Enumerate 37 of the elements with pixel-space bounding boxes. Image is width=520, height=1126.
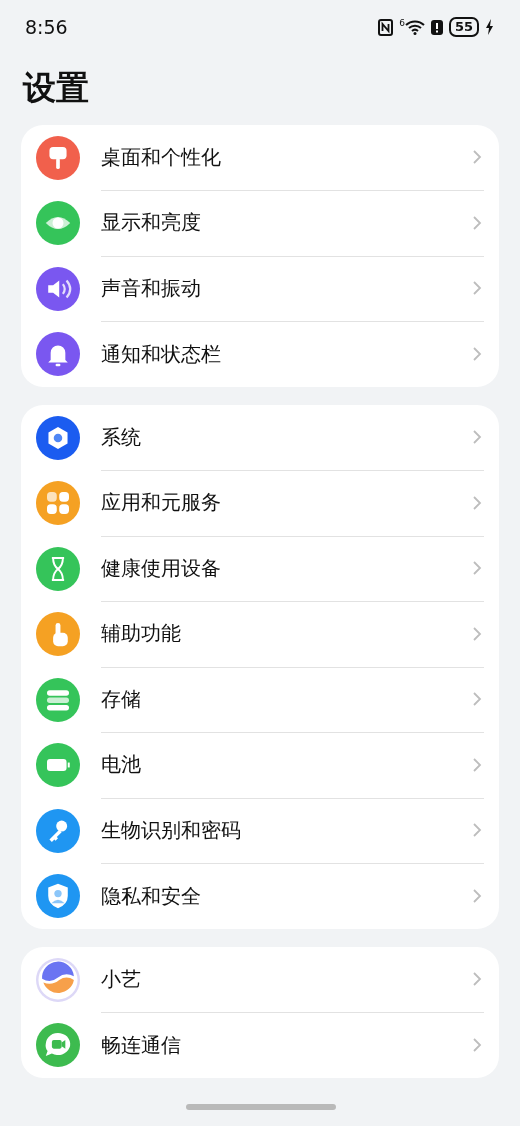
settings-item[interactable]: 声音和振动 bbox=[101, 274, 472, 302]
chevron-icon bbox=[472, 971, 482, 988]
settings-item[interactable]: 存储 bbox=[101, 685, 472, 713]
settings-item[interactable]: 系统 bbox=[101, 423, 472, 451]
page-title: 设置 bbox=[21, 67, 90, 109]
settings-item[interactable]: 健康使用设备 bbox=[101, 554, 472, 582]
settings-item[interactable]: 通知和状态栏 bbox=[101, 340, 472, 368]
chevron-icon bbox=[472, 822, 482, 839]
chevron-icon bbox=[472, 888, 482, 905]
chevron-icon bbox=[472, 429, 482, 446]
wifi-icon bbox=[404, 19, 425, 35]
charging-icon bbox=[485, 19, 494, 35]
settings-item[interactable]: 应用和元服务 bbox=[101, 489, 472, 517]
chevron-icon bbox=[472, 756, 482, 773]
status-time: 8:56 bbox=[25, 16, 68, 38]
settings-item[interactable]: 生物识别和密码 bbox=[101, 816, 472, 844]
battery-level: 55 bbox=[448, 17, 479, 37]
settings-item[interactable]: 小艺 bbox=[101, 965, 472, 993]
chevron-icon bbox=[472, 691, 482, 708]
chevron-icon bbox=[472, 494, 482, 511]
chevron-icon bbox=[472, 1037, 482, 1054]
chevron-icon bbox=[472, 214, 482, 231]
chevron-icon bbox=[472, 625, 482, 642]
settings-item[interactable]: 辅助功能 bbox=[101, 620, 472, 648]
settings-item[interactable]: 桌面和个性化 bbox=[101, 143, 472, 171]
nfc-icon bbox=[378, 18, 394, 36]
settings-item[interactable]: 显示和亮度 bbox=[101, 209, 472, 237]
settings-item[interactable]: 隐私和安全 bbox=[101, 882, 472, 910]
chevron-icon bbox=[472, 560, 482, 577]
settings-item[interactable]: 畅连通信 bbox=[101, 1031, 472, 1059]
home-indicator[interactable] bbox=[186, 1104, 336, 1110]
chevron-icon bbox=[472, 346, 482, 363]
settings-item[interactable]: 电池 bbox=[101, 751, 472, 779]
chevron-icon bbox=[472, 149, 482, 166]
alert-icon bbox=[430, 18, 443, 36]
chevron-icon bbox=[472, 280, 482, 297]
wifi-label: 6 bbox=[399, 19, 405, 28]
